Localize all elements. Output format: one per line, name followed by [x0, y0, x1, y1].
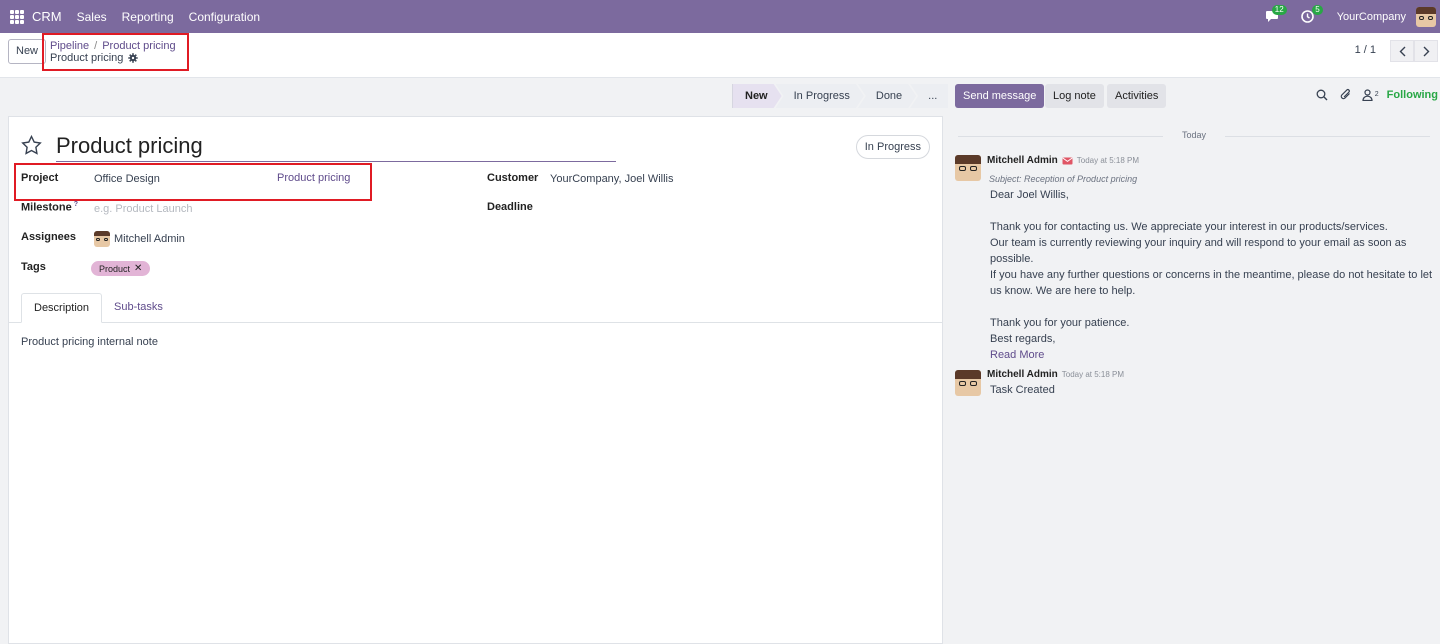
message-header: Mitchell Admin Today at 5:18 PM	[987, 155, 1139, 166]
gear-icon[interactable]	[128, 53, 139, 63]
chevron-left-icon	[1399, 46, 1405, 56]
milestone-label: Milestone?	[21, 201, 78, 214]
description-content[interactable]: Product pricing internal note	[21, 336, 158, 348]
customer-label: Customer	[487, 172, 539, 184]
project-related-link[interactable]: Product pricing	[277, 172, 350, 184]
top-navbar: CRM Sales Reporting Configuration 12 5 Y…	[0, 0, 1440, 33]
read-more-link[interactable]: Read More	[990, 347, 1438, 363]
form-sheet: Product pricing In Progress Project Offi…	[8, 116, 943, 644]
message-line: Best regards,	[990, 333, 1056, 345]
message-line	[990, 299, 1438, 315]
stage-new[interactable]: New	[732, 84, 782, 108]
star-icon[interactable]	[21, 135, 42, 155]
message-date: Today at 5:18 PM	[1076, 156, 1140, 165]
current-record-name: Product pricing	[50, 52, 124, 64]
task-state-button[interactable]: In Progress	[855, 135, 930, 159]
log-note-button[interactable]: Log note	[1045, 84, 1104, 108]
search-icon[interactable]	[1316, 89, 1328, 101]
breadcrumb-separator: /	[94, 40, 98, 52]
message-line: Thank you for your patience.	[990, 317, 1130, 329]
stage-done[interactable]: Done	[858, 84, 916, 108]
pager-next-button[interactable]	[1414, 40, 1438, 62]
chatter-panel: Send message Log note Activities 2 Follo…	[948, 78, 1440, 644]
user-avatar[interactable]	[1416, 6, 1436, 27]
message-author[interactable]: Mitchell Admin	[987, 155, 1058, 166]
breadcrumb: Pipeline / Product pricing	[50, 40, 176, 52]
stage-statusbar: New In Progress Done ...	[732, 84, 950, 108]
following-button[interactable]: Following	[1387, 89, 1438, 101]
message-line: Thank you for contacting us. We apprecia…	[990, 221, 1388, 233]
project-label: Project	[21, 172, 59, 184]
task-title-input[interactable]: Product pricing	[56, 133, 616, 162]
apps-grid-icon[interactable]	[10, 9, 24, 24]
send-message-button[interactable]: Send message	[955, 84, 1045, 108]
milestone-label-text: Milestone	[21, 201, 72, 214]
pager-value[interactable]: 1 / 1	[1355, 44, 1376, 56]
milestone-field[interactable]: e.g. Product Launch	[94, 203, 192, 215]
date-separator: Today	[958, 130, 1430, 142]
menu-reporting[interactable]: Reporting	[122, 10, 174, 24]
message-subject: Subject: Reception of Product pricing	[989, 174, 1138, 184]
chevron-right-icon	[1423, 46, 1429, 56]
form-tabs: Description Sub-tasks	[9, 293, 942, 323]
message-line: Our team is currently reviewing your inq…	[990, 237, 1407, 265]
tags-label: Tags	[21, 261, 46, 273]
company-switcher[interactable]: YourCompany	[1337, 11, 1406, 23]
paperclip-icon[interactable]	[1340, 88, 1352, 101]
tag-label: Product	[99, 263, 131, 274]
message-line	[990, 203, 1438, 219]
assignee-avatar	[94, 231, 110, 247]
activities-button[interactable]: 5	[1293, 4, 1323, 27]
follower-icon[interactable]	[1362, 88, 1373, 101]
messages-badge: 12	[1271, 4, 1287, 15]
assignee-item[interactable]: Mitchell Admin	[94, 231, 185, 247]
tab-sub-tasks[interactable]: Sub-tasks	[102, 293, 175, 323]
activities-badge: 5	[1312, 4, 1323, 15]
message-header: Mitchell Admin Today at 5:18 PM	[987, 369, 1124, 380]
control-panel: New Pipeline / Product pricing Product pri…	[0, 33, 1440, 78]
stage-in-progress[interactable]: In Progress	[776, 84, 864, 108]
followers-count[interactable]: 2	[1375, 91, 1379, 98]
new-button[interactable]: New	[8, 39, 47, 64]
message-line: If you have any further questions or con…	[990, 269, 1433, 297]
current-record: Product pricing	[50, 52, 139, 64]
envelope-icon	[1062, 157, 1073, 164]
menu-sales[interactable]: Sales	[77, 10, 107, 24]
message-body: Dear Joel Willis, Thank you for contacti…	[990, 187, 1438, 363]
app-brand[interactable]: CRM	[32, 9, 62, 24]
assignees-label: Assignees	[21, 231, 77, 243]
assignee-name: Mitchell Admin	[114, 233, 185, 245]
tag-product[interactable]: Product ✕	[91, 261, 151, 276]
chatter-tools: 2 Following	[1316, 88, 1438, 101]
customer-field[interactable]: YourCompany, Joel Willis	[550, 173, 674, 185]
message-avatar[interactable]	[955, 155, 981, 181]
message-body: Task Created	[990, 384, 1055, 396]
breadcrumb-pipeline[interactable]: Pipeline	[50, 40, 89, 52]
menu-configuration[interactable]: Configuration	[189, 10, 260, 24]
deadline-field[interactable]	[550, 201, 850, 215]
tag-remove-icon[interactable]: ✕	[134, 263, 142, 274]
project-field[interactable]: Office Design	[94, 173, 160, 185]
deadline-label: Deadline	[487, 201, 533, 213]
activities-button[interactable]: Activities	[1107, 84, 1167, 108]
messages-button[interactable]: 12	[1257, 4, 1287, 27]
tab-description[interactable]: Description	[21, 293, 103, 323]
message-author[interactable]: Mitchell Admin	[987, 369, 1058, 380]
message-date: Today at 5:18 PM	[1061, 370, 1125, 379]
milestone-help-icon[interactable]: ?	[74, 201, 78, 208]
message-line: Dear Joel Willis,	[990, 189, 1069, 201]
pager-previous-button[interactable]	[1390, 40, 1414, 62]
message-avatar[interactable]	[955, 370, 981, 396]
breadcrumb-product-pricing[interactable]: Product pricing	[102, 40, 175, 52]
